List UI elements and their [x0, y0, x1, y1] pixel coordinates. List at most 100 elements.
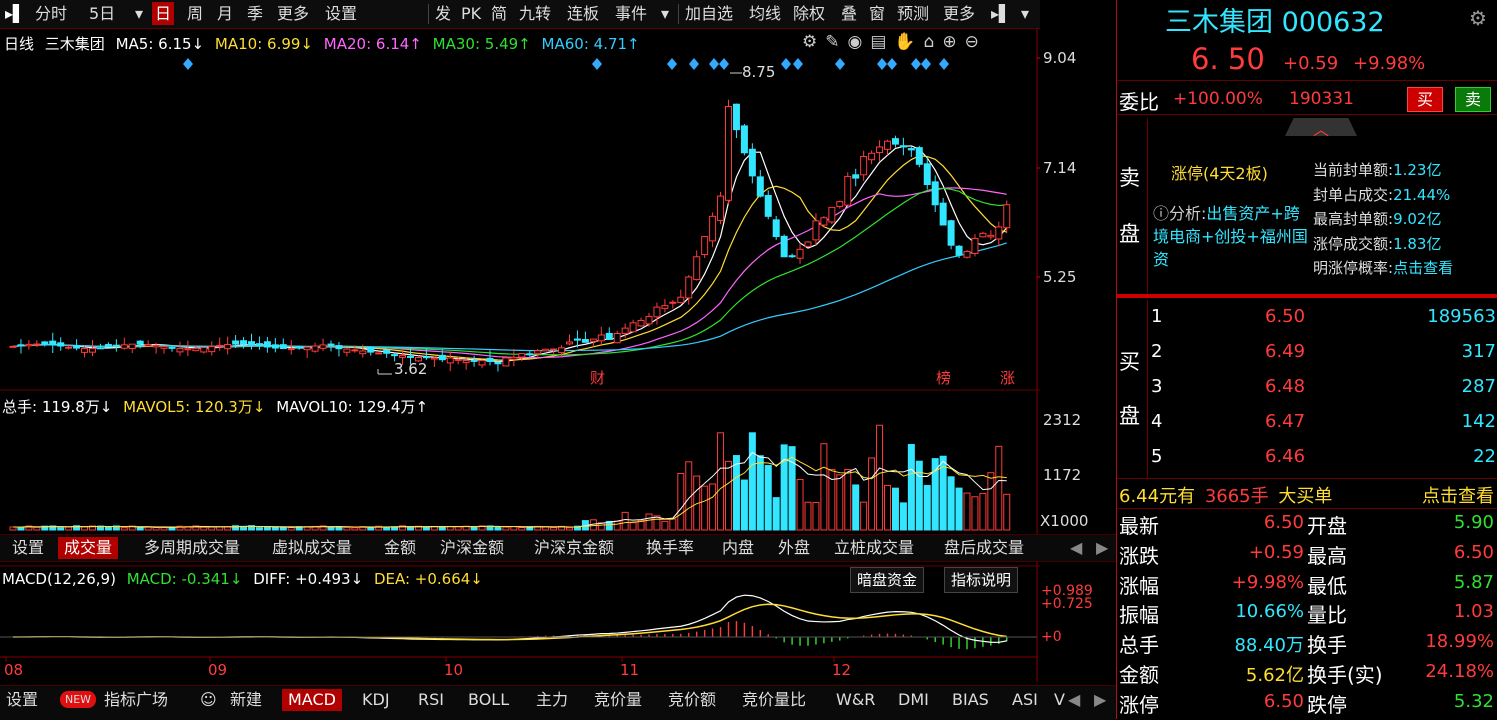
- candle-body: [49, 340, 57, 346]
- tab-inner[interactable]: 内盘: [722, 537, 754, 559]
- tab2-new[interactable]: 新建: [230, 689, 262, 711]
- tab-turnover[interactable]: 换手率: [646, 537, 694, 559]
- candle-body: [844, 176, 852, 206]
- candle-body: [748, 148, 756, 177]
- volume-bar: [995, 445, 1003, 531]
- volume-bar: [788, 446, 796, 531]
- volume-bar: [144, 526, 152, 531]
- volume-bar: [57, 527, 65, 531]
- volume-bar: [613, 520, 621, 531]
- event-diamond-icon: [939, 58, 949, 70]
- tab-multi-period-volume[interactable]: 多周期成交量: [144, 537, 240, 559]
- scroll-right-icon[interactable]: ▶: [1094, 689, 1106, 711]
- big-order-link[interactable]: 点击查看: [1422, 482, 1494, 508]
- candle-body: [558, 347, 566, 354]
- scroll-left-icon[interactable]: ◀: [1068, 689, 1080, 711]
- candle-body: [725, 106, 732, 201]
- candle-body: [216, 344, 224, 347]
- candle-body: [526, 353, 534, 356]
- tab2-wr[interactable]: W&R: [836, 689, 875, 711]
- candle-body: [311, 345, 319, 352]
- tab-amount[interactable]: 金额: [384, 537, 416, 559]
- indicator-help-button[interactable]: 指标说明: [944, 567, 1019, 593]
- detail-key: 涨跌: [1119, 543, 1159, 568]
- candle-body: [192, 347, 200, 352]
- tab2-bias[interactable]: BIAS: [952, 689, 989, 711]
- event-diamond-icon: [667, 58, 677, 70]
- volume-bar: [104, 527, 112, 531]
- candle-body: [804, 241, 812, 247]
- volume-bar: [732, 455, 740, 531]
- tab-after-hours-volume[interactable]: 盘后成交量: [944, 537, 1024, 559]
- bid-row[interactable]: 3 6.48 287: [1117, 376, 1497, 406]
- volume-bar: [65, 526, 73, 531]
- volume-bar: [550, 527, 558, 531]
- dark-pool-button[interactable]: 暗盘资金: [850, 567, 925, 593]
- scroll-left-icon[interactable]: ◀: [1070, 537, 1082, 559]
- candle-body: [104, 344, 112, 348]
- robot-icon[interactable]: ☺: [200, 689, 217, 711]
- sell-panel-label: 盘: [1119, 222, 1140, 246]
- candle-body: [820, 217, 828, 226]
- bid-row[interactable]: 2 6.49 317: [1117, 341, 1497, 371]
- limitup-marker[interactable]: 涨: [1000, 367, 1015, 388]
- scroll-right-icon[interactable]: ▶: [1096, 537, 1108, 559]
- billboard-marker[interactable]: 榜: [936, 367, 951, 388]
- candle-body: [41, 341, 49, 345]
- tab2-dmi[interactable]: DMI: [898, 689, 929, 711]
- tab2-auction-volume[interactable]: 竞价量: [594, 689, 642, 711]
- gear-icon[interactable]: ⚙: [1469, 6, 1487, 30]
- volume-bar: [923, 484, 931, 531]
- chevron-up-icon[interactable]: ︿: [1313, 116, 1329, 140]
- tab2-kdj[interactable]: KDJ: [362, 689, 390, 711]
- kline-chart[interactable]: [0, 0, 1040, 720]
- bid-row[interactable]: 5 6.46 22: [1117, 446, 1497, 476]
- tab2-rsi[interactable]: RSI: [418, 689, 444, 711]
- tab-hsj-amount[interactable]: 沪深京金额: [534, 537, 614, 559]
- tab2-settings[interactable]: 设置: [6, 689, 38, 711]
- candle-body: [573, 338, 581, 341]
- tab2-indicator-plaza[interactable]: 指标广场: [104, 689, 168, 711]
- volume-bar: [518, 527, 526, 531]
- volume-bar: [343, 526, 351, 531]
- sell-button[interactable]: 卖: [1455, 87, 1491, 112]
- tab2-macd[interactable]: MACD: [282, 689, 342, 711]
- tab2-main-force[interactable]: 主力: [536, 689, 568, 711]
- detail-value: +9.98%: [1231, 571, 1304, 593]
- probability-link[interactable]: 点击查看: [1393, 259, 1453, 277]
- tab2-v[interactable]: V: [1054, 689, 1065, 711]
- tab-outer[interactable]: 外盘: [778, 537, 810, 559]
- bid-row[interactable]: 1 6.50 189563: [1117, 306, 1497, 336]
- tab-settings[interactable]: 设置: [12, 537, 44, 559]
- candle-body: [367, 347, 375, 353]
- candle-body: [327, 343, 335, 346]
- tab-pile-volume[interactable]: 立桩成交量: [834, 537, 914, 559]
- volume-bar: [494, 526, 502, 531]
- bid-row[interactable]: 4 6.47 142: [1117, 411, 1497, 441]
- candle-body: [335, 345, 343, 350]
- candle-body: [33, 343, 41, 346]
- volume-bar: [764, 465, 772, 531]
- financial-marker[interactable]: 财: [590, 367, 605, 388]
- tab2-auction-ratio[interactable]: 竞价量比: [742, 689, 806, 711]
- event-diamond-icon: [911, 58, 921, 70]
- total-volume-label: 总手: 119.8万↓: [2, 398, 113, 416]
- tab2-boll[interactable]: BOLL: [468, 689, 509, 711]
- info-icon: ⓘ: [1153, 204, 1170, 223]
- tab-volume[interactable]: 成交量: [58, 537, 119, 559]
- tab-virtual-volume[interactable]: 虚拟成交量: [272, 537, 352, 559]
- volume-bar: [709, 483, 717, 531]
- limit-stats: 当前封单额:1.23亿 封单占成交:21.44% 最高封单额:9.02亿 涨停成…: [1313, 161, 1454, 277]
- volume-bar: [422, 526, 430, 531]
- tab2-asi[interactable]: ASI: [1012, 689, 1038, 711]
- event-diamond-icon: [183, 58, 193, 70]
- detail-row: 涨幅 +9.98% 最低 5.87: [1117, 570, 1497, 600]
- volume-bar: [1003, 493, 1011, 531]
- buy-button[interactable]: 买: [1407, 87, 1443, 112]
- tab2-auction-amount[interactable]: 竞价额: [668, 689, 716, 711]
- candle-body: [136, 340, 144, 345]
- event-diamond-icon: [921, 58, 931, 70]
- tab-hs-amount[interactable]: 沪深金额: [440, 537, 504, 559]
- candle-body: [963, 251, 971, 258]
- candle-body: [621, 327, 629, 335]
